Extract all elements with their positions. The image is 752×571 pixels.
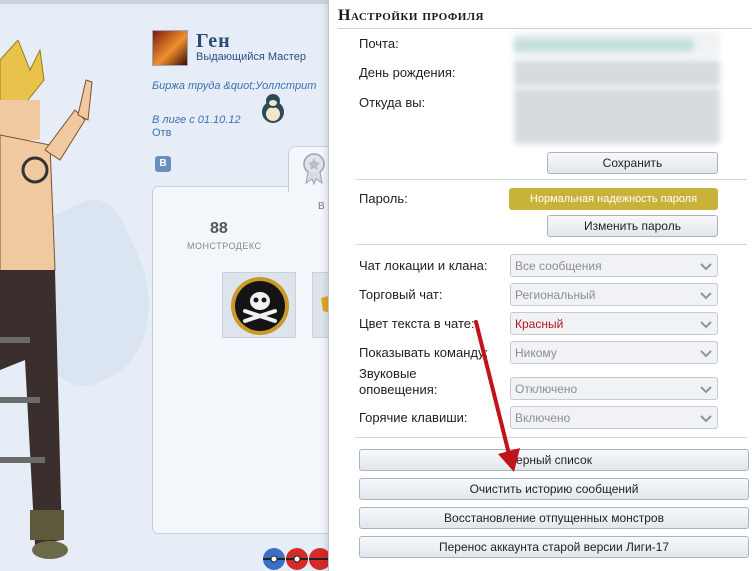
chevron-down-icon bbox=[700, 386, 712, 394]
chat-color-label: Цвет текста в чате: bbox=[359, 316, 475, 331]
user-avatar[interactable] bbox=[152, 30, 188, 66]
password-strength-badge: Нормальная надежность пароля bbox=[509, 188, 718, 210]
show-team-select[interactable]: Никому bbox=[510, 341, 718, 364]
extra-line: Отв bbox=[152, 127, 172, 139]
hotkeys-select[interactable]: Включено bbox=[510, 406, 718, 429]
chevron-down-icon bbox=[700, 292, 712, 300]
chat-color-select[interactable]: Красный bbox=[510, 312, 718, 335]
pokeball-icons bbox=[263, 548, 328, 570]
card-letter: В bbox=[318, 201, 325, 212]
pet-icon bbox=[262, 94, 284, 123]
blacklist-button[interactable]: ерный список bbox=[359, 449, 749, 471]
birthday-label: День рождения: bbox=[359, 65, 456, 80]
trade-chat-label: Торговый чат: bbox=[359, 287, 443, 302]
email-field-redacted[interactable] bbox=[514, 32, 720, 58]
chevron-down-icon bbox=[700, 321, 712, 329]
section-divider-1 bbox=[355, 179, 747, 180]
user-name[interactable]: Ген bbox=[196, 30, 231, 53]
chat-location-label: Чат локации и клана: bbox=[359, 258, 488, 273]
skull-icon bbox=[231, 277, 289, 335]
save-button[interactable]: Сохранить bbox=[547, 152, 718, 174]
annotation-arrow bbox=[474, 320, 520, 472]
email-label: Почта: bbox=[359, 36, 399, 51]
transfer-account-button[interactable]: Перенос аккаунта старой версии Лиги-17 bbox=[359, 536, 749, 558]
show-team-label: Показывать команду: bbox=[359, 345, 489, 360]
league-line: В лиге с 01.10.12 bbox=[152, 114, 241, 126]
sound-select[interactable]: Отключено bbox=[510, 377, 718, 400]
section-divider-3 bbox=[355, 437, 747, 438]
profile-card bbox=[152, 186, 342, 534]
chevron-down-icon bbox=[700, 263, 712, 271]
clear-history-button[interactable]: Очистить историю сообщений bbox=[359, 478, 749, 500]
trade-chat-select[interactable]: Региональный bbox=[510, 283, 718, 306]
chat-location-value: Все сообщения bbox=[515, 259, 602, 273]
chevron-down-icon bbox=[700, 415, 712, 423]
birthday-field-redacted[interactable] bbox=[514, 60, 720, 86]
exchange-line[interactable]: Биржа труда &quot;Уоллстрит bbox=[152, 80, 316, 92]
trade-chat-value: Региональный bbox=[515, 288, 596, 302]
chevron-down-icon bbox=[700, 350, 712, 358]
section-divider-2 bbox=[355, 244, 747, 245]
change-password-button[interactable]: Изменить пароль bbox=[547, 215, 718, 237]
user-status: Выдающийся Мастер bbox=[196, 51, 306, 63]
chat-location-select[interactable]: Все сообщения bbox=[510, 254, 718, 277]
location-label: Откуда вы: bbox=[359, 95, 426, 110]
sound-label: Звуковые оповещения: bbox=[359, 366, 438, 397]
title-divider bbox=[338, 28, 752, 29]
skull-badge[interactable] bbox=[222, 272, 296, 338]
restore-monsters-button[interactable]: Восстановление отпущенных монстров bbox=[359, 507, 749, 529]
monstrodex-count: 88 bbox=[210, 220, 228, 237]
hotkeys-label: Горячие клавиши: bbox=[359, 410, 468, 425]
location-field-redacted[interactable] bbox=[514, 88, 720, 144]
badge-tab-icon bbox=[303, 153, 325, 185]
panel-title: Настройки профиля bbox=[338, 7, 484, 24]
monstrodex-label: МОНСТРОДЕКС bbox=[187, 241, 262, 251]
vk-icon[interactable]: В bbox=[155, 156, 171, 172]
character-illustration bbox=[0, 40, 93, 559]
password-label: Пароль: bbox=[359, 191, 408, 206]
